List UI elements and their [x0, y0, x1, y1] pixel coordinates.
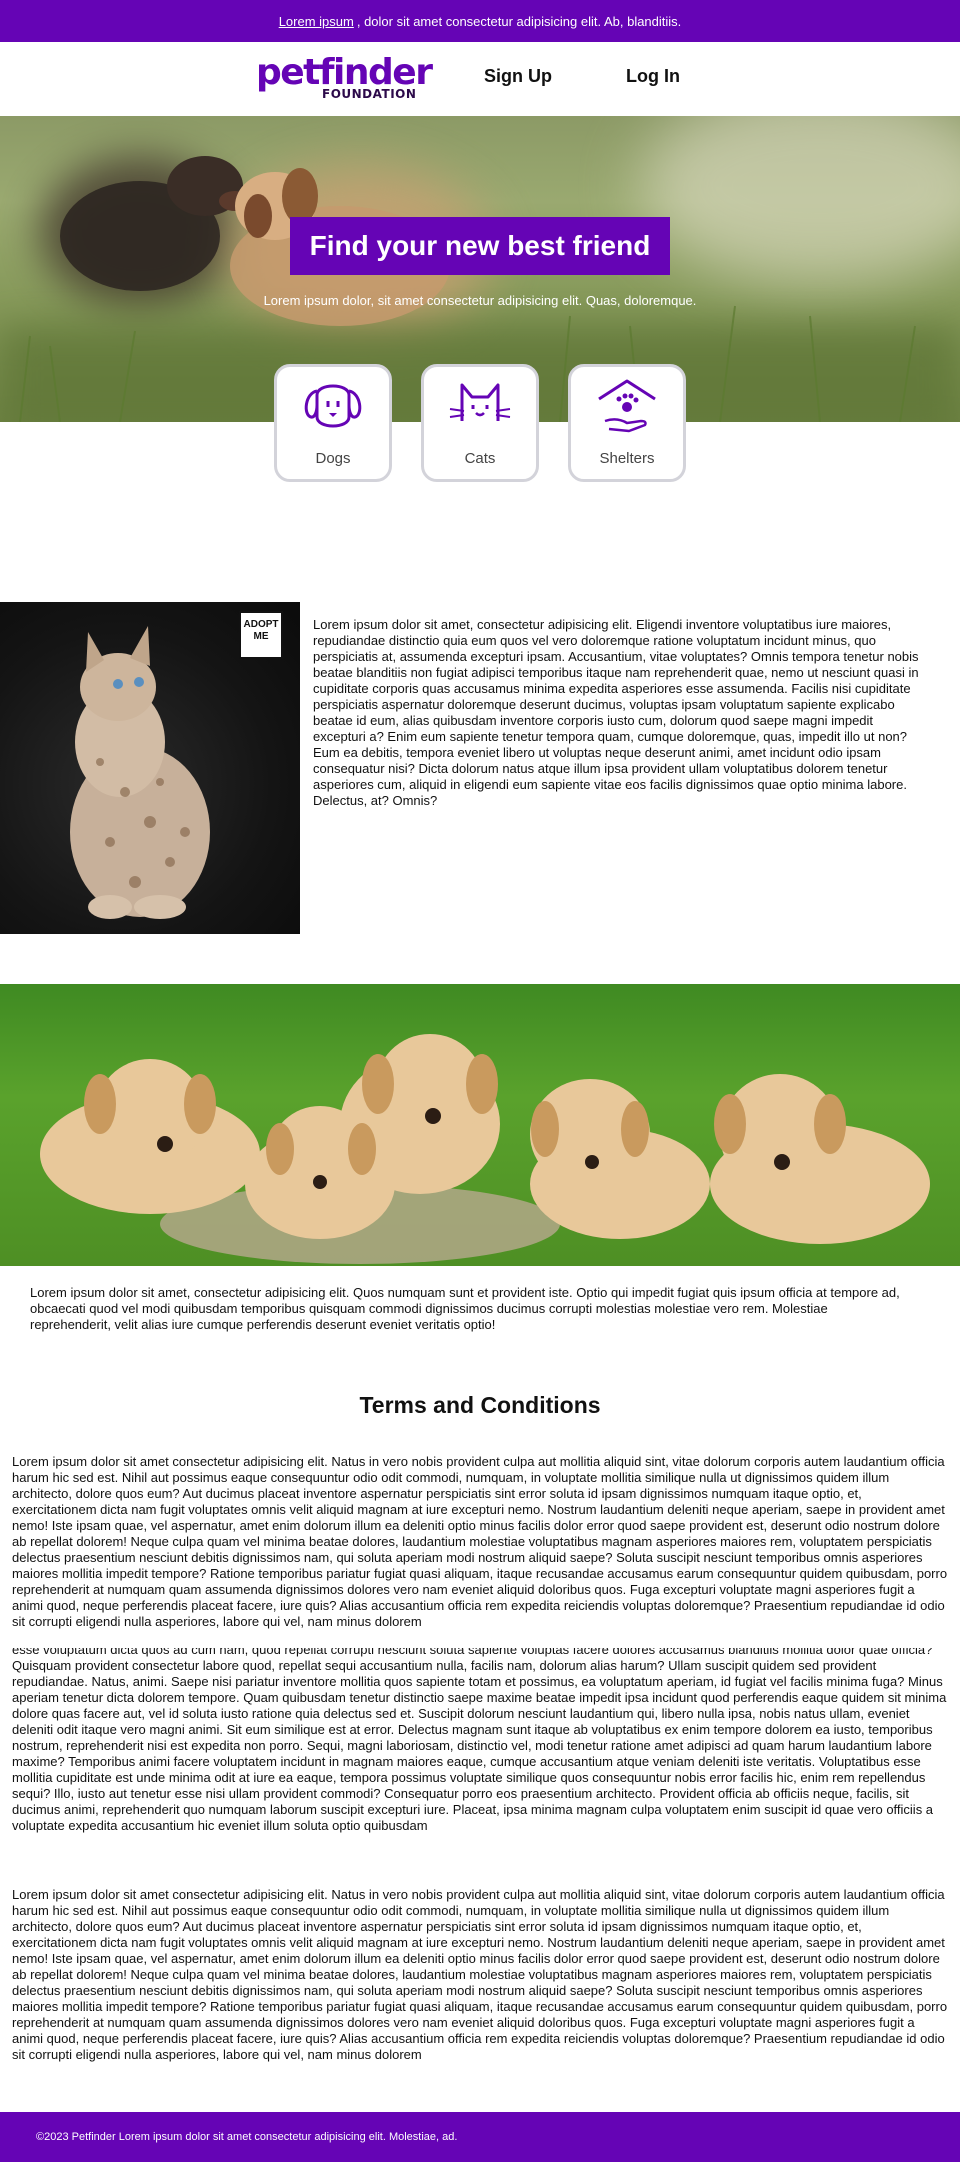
cat-icon — [449, 383, 511, 421]
category-card-cats[interactable]: Cats — [421, 364, 539, 482]
category-card-shelters[interactable]: Shelters — [568, 364, 686, 482]
announcement-bar: Lorem ipsum , dolor sit amet consectetur… — [0, 0, 960, 42]
kitten-section-text: Lorem ipsum dolor sit amet, consectetur … — [313, 617, 919, 808]
announcement-text: , dolor sit amet consectetur adipisicing… — [356, 13, 682, 29]
category-label-shelters: Shelters — [599, 450, 655, 467]
terms-box-1[interactable]: Lorem ipsum dolor sit amet consectetur a… — [12, 1454, 948, 1642]
log-in-link[interactable]: Log In — [626, 66, 680, 87]
sign-up-link[interactable]: Sign Up — [484, 66, 552, 87]
footer-text: ©2023 Petfinder Lorem ipsum dolor sit am… — [36, 2131, 458, 2143]
site-footer: ©2023 Petfinder Lorem ipsum dolor sit am… — [0, 2112, 960, 2162]
dog-icon — [304, 384, 362, 428]
adopt-me-badge: ADOPT ME — [239, 611, 283, 659]
puppies-section-text: Lorem ipsum dolor sit amet, consectetur … — [30, 1285, 900, 1332]
puppies-image — [0, 984, 960, 1266]
site-header: petfinder FOUNDATION Sign Up Log In — [0, 42, 960, 116]
terms-paragraph-3: Lorem ipsum dolor sit amet consectetur a… — [12, 1887, 948, 2062]
hero-subtitle: Lorem ipsum dolor, sit amet consectetur … — [263, 293, 697, 308]
category-label-dogs: Dogs — [315, 450, 351, 467]
logo-subtitle: FOUNDATION — [322, 87, 417, 101]
terms-paragraph-1: Lorem ipsum dolor sit amet consectetur a… — [12, 1454, 948, 1629]
petfinder-logo[interactable]: petfinder FOUNDATION — [256, 52, 436, 104]
terms-paragraph-2: esse voluptatum dicta quos ad cum nam, q… — [12, 1648, 947, 1833]
category-card-dogs[interactable]: Dogs — [274, 364, 392, 482]
terms-title: Terms and Conditions — [359, 1392, 601, 1418]
terms-box-2[interactable]: esse voluptatum dicta quos ad cum nam, q… — [12, 1648, 948, 1858]
terms-box-3[interactable]: Lorem ipsum dolor sit amet consectetur a… — [12, 1887, 948, 2075]
hero-title: Find your new best friend — [290, 217, 670, 275]
adopt-me-text: ADOPT ME — [243, 619, 279, 642]
category-label-cats: Cats — [464, 450, 496, 467]
announcement-link[interactable]: Lorem ipsum — [279, 14, 354, 29]
shelter-icon — [598, 379, 656, 433]
